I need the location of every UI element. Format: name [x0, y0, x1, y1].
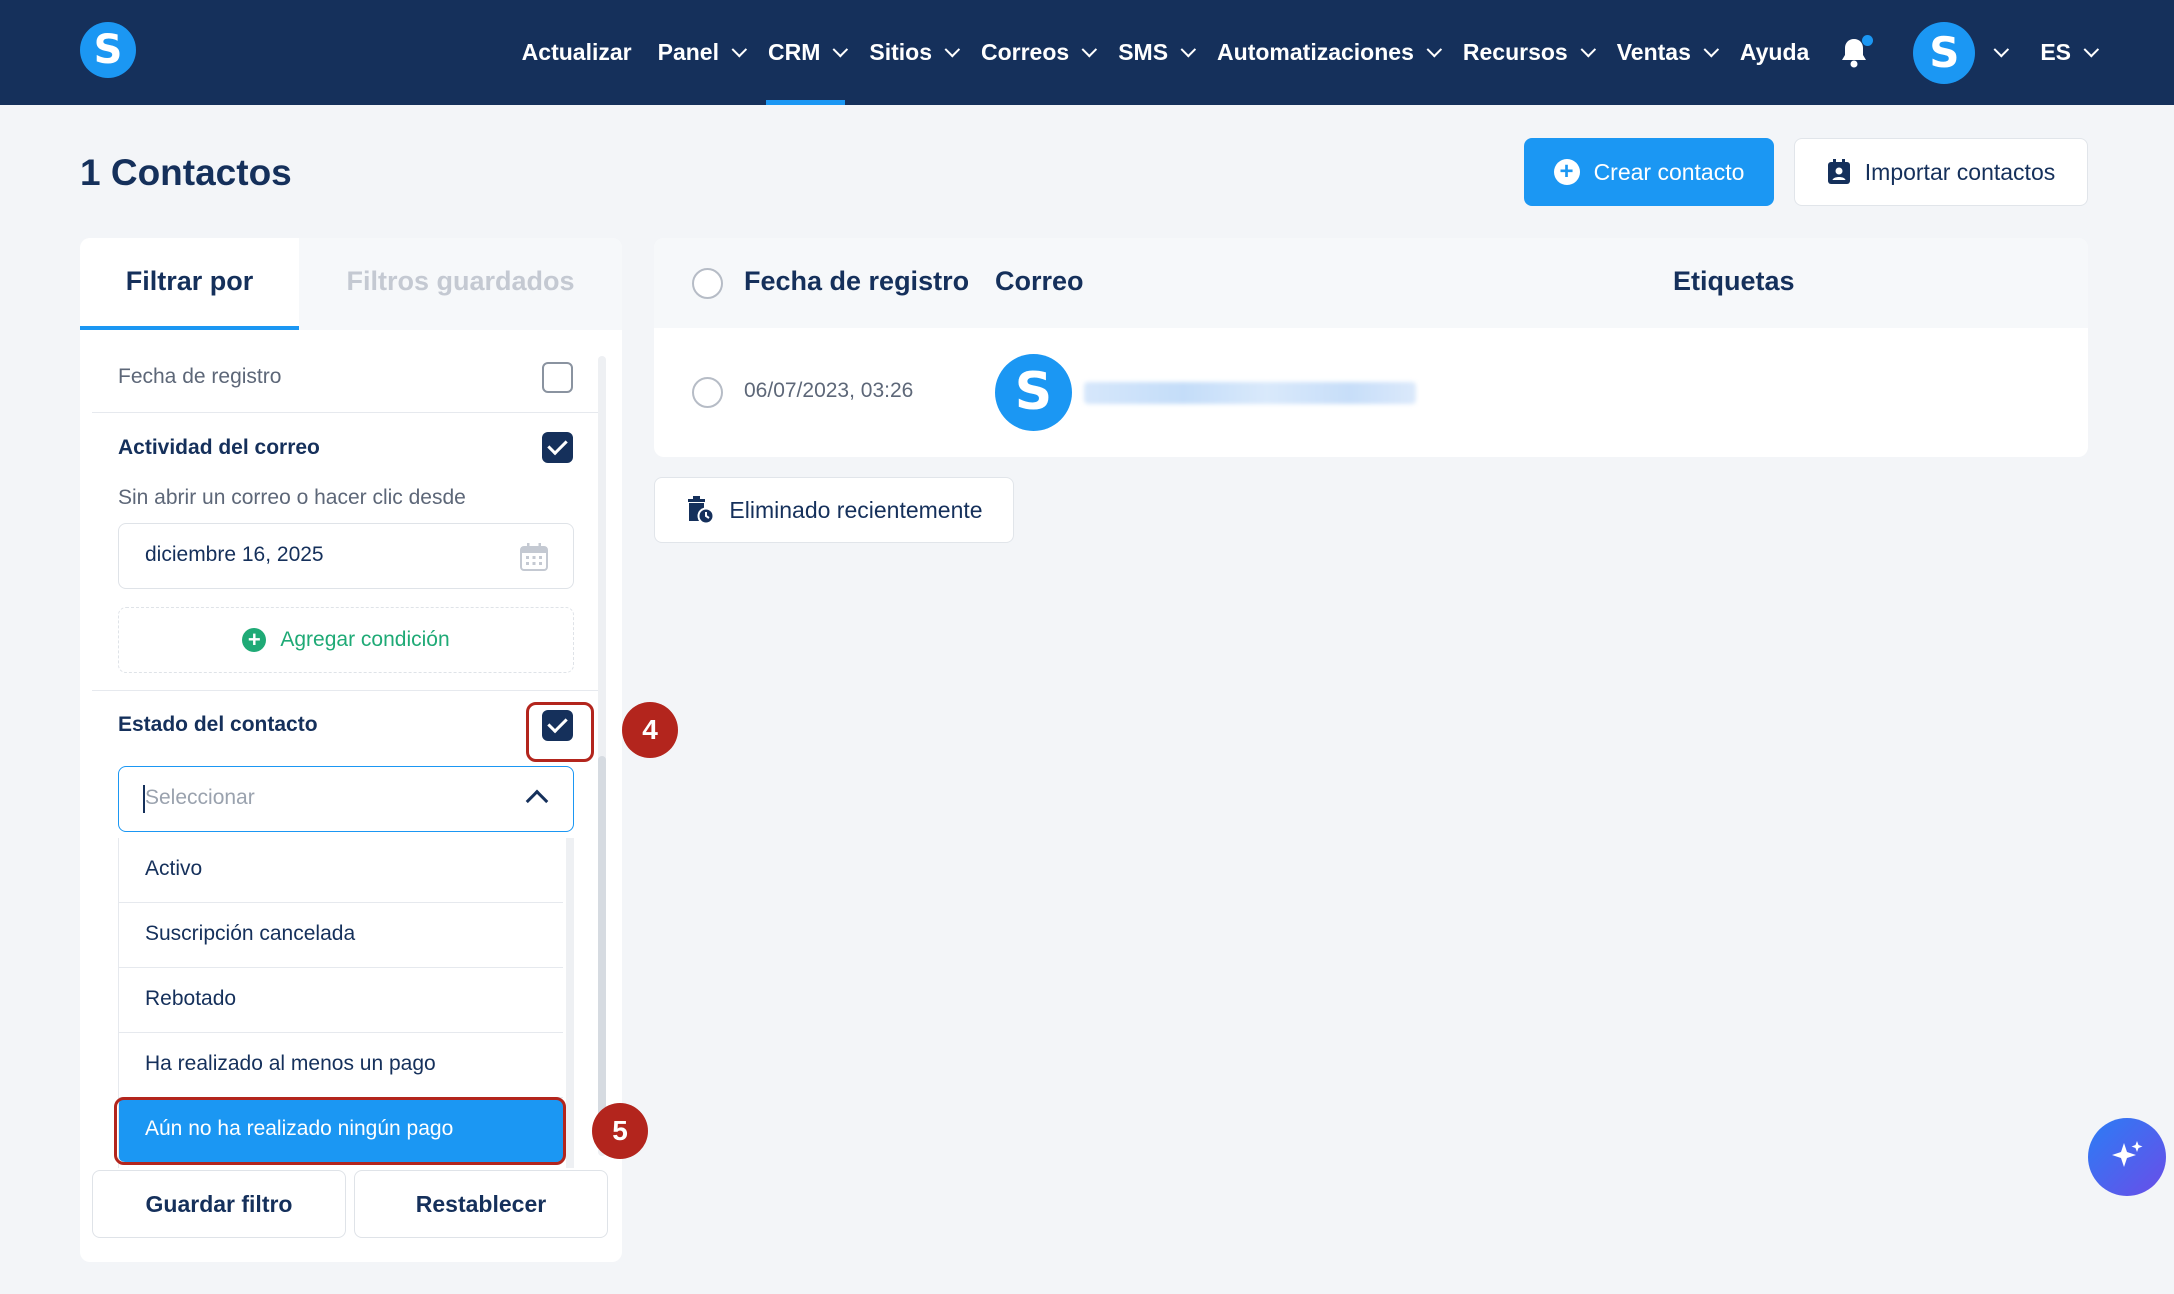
contact-card-icon — [1827, 159, 1850, 184]
dropdown-scrollbar[interactable] — [566, 838, 574, 1168]
nav-label: Correos — [981, 39, 1070, 65]
create-contact-button[interactable]: + Crear contacto — [1524, 138, 1774, 206]
chevron-down-icon — [731, 41, 748, 58]
create-contact-label: Crear contacto — [1593, 158, 1745, 185]
language-selector[interactable]: ES — [2040, 0, 2100, 105]
chevron-down-icon — [944, 41, 961, 58]
import-contacts-label: Importar contactos — [1864, 158, 2056, 185]
select-placeholder: Seleccionar — [145, 786, 255, 809]
divider — [92, 690, 600, 691]
panel-scrollbar[interactable] — [598, 356, 606, 1156]
calendar-icon — [520, 543, 548, 571]
email-activity-description: Sin abrir un correo o hacer clic desde — [118, 486, 466, 509]
save-filter-button[interactable]: Guardar filtro — [92, 1170, 346, 1238]
chevron-down-icon[interactable] — [1993, 41, 2010, 58]
nav-label: Ayuda — [1739, 39, 1810, 65]
page-title: 1 Contactos — [80, 152, 292, 193]
row-registration-date: 06/07/2023, 03:26 — [744, 379, 914, 402]
trash-clock-icon — [688, 496, 715, 525]
nav-label: SMS — [1118, 39, 1169, 65]
logo[interactable]: S — [80, 22, 136, 78]
nav-item-sms[interactable]: SMS — [1118, 0, 1197, 105]
contact-avatar: S — [995, 354, 1072, 431]
registration-date-label: Fecha de registro — [118, 365, 282, 388]
date-value: diciembre 16, 2025 — [145, 543, 324, 566]
blurred-email — [1084, 382, 1416, 404]
step-badge-4: 4 — [622, 702, 678, 758]
email-activity-checkbox[interactable] — [542, 432, 573, 463]
email-activity-date-field[interactable]: diciembre 16, 2025 — [118, 523, 574, 589]
recently-deleted-button[interactable]: Eliminado recientemente — [654, 477, 1014, 543]
sparkle-icon — [2112, 1141, 2143, 1167]
nav-item-ayuda[interactable]: Ayuda — [1740, 0, 1809, 105]
nav-label: CRM — [767, 39, 821, 65]
add-condition-button[interactable]: + Agregar condición — [118, 607, 574, 673]
top-navigation-bar: S Actualizar Panel CRM Sitios Correos SM… — [0, 0, 2174, 105]
nav-item-sitios[interactable]: Sitios — [869, 0, 961, 105]
contact-status-label: Estado del contacto — [118, 713, 318, 736]
nav-item-actualizar[interactable]: Actualizar — [522, 0, 632, 105]
select-all-radio[interactable] — [692, 268, 723, 299]
nav-item-automatizaciones[interactable]: Automatizaciones — [1217, 0, 1442, 105]
status-option-activo[interactable]: Activo — [119, 838, 563, 903]
language-label: ES — [2040, 39, 2071, 65]
nav-item-recursos[interactable]: Recursos — [1462, 0, 1596, 105]
registration-date-checkbox[interactable] — [542, 362, 573, 393]
scrollbar-thumb[interactable] — [598, 756, 606, 1136]
nav-menu: Actualizar Panel CRM Sitios Correos SMS … — [496, 0, 2100, 105]
reset-button[interactable]: Restablecer — [354, 1170, 608, 1238]
filter-tabs: Filtrar por Filtros guardados — [80, 238, 622, 330]
chevron-down-icon — [1703, 41, 1719, 58]
chevron-down-icon — [1580, 41, 1596, 58]
user-avatar[interactable]: S — [1913, 21, 1976, 84]
contacts-table: Fecha de registro Correo Etiquetas 06/07… — [654, 238, 2088, 457]
plus-circle-icon: + — [1553, 159, 1580, 185]
import-contacts-button[interactable]: Importar contactos — [1794, 138, 2088, 206]
table-header: Fecha de registro Correo Etiquetas — [654, 238, 2088, 328]
column-email[interactable]: Correo — [995, 266, 1084, 297]
nav-label: Sitios — [869, 39, 932, 65]
recently-deleted-label: Eliminado recientemente — [729, 496, 983, 523]
tab-filter-by[interactable]: Filtrar por — [80, 238, 299, 330]
nav-label: Automatizaciones — [1217, 39, 1414, 65]
chevron-down-icon — [1426, 41, 1442, 58]
notifications-bell-icon[interactable] — [1839, 34, 1874, 69]
highlight-box-step-4 — [526, 702, 594, 762]
nav-label: Ventas — [1616, 39, 1691, 65]
nav-label: Recursos — [1462, 39, 1568, 65]
chevron-up-icon[interactable] — [525, 789, 549, 813]
email-activity-label: Actividad del correo — [118, 436, 320, 459]
divider — [92, 412, 600, 413]
nav-item-correos[interactable]: Correos — [981, 0, 1098, 105]
add-condition-label: Agregar condición — [280, 628, 450, 651]
step-badge-5: 5 — [592, 1103, 648, 1159]
notification-dot — [1862, 34, 1874, 46]
nav-item-crm[interactable]: CRM — [765, 0, 849, 105]
chevron-down-icon — [832, 41, 849, 58]
status-option-unsubscribed[interactable]: Suscripción cancelada — [119, 903, 563, 968]
chevron-down-icon — [1081, 41, 1098, 58]
nav-item-ventas[interactable]: Ventas — [1616, 0, 1719, 105]
highlight-box-step-5 — [114, 1097, 566, 1165]
row-select-radio[interactable] — [692, 377, 723, 408]
chevron-down-icon — [2083, 41, 2100, 58]
tab-saved-filters[interactable]: Filtros guardados — [299, 238, 622, 330]
status-option-paid-once[interactable]: Ha realizado al menos un pago — [119, 1033, 563, 1098]
chevron-down-icon — [1180, 41, 1197, 58]
ai-assistant-button[interactable] — [2088, 1118, 2166, 1196]
plus-circle-icon: + — [242, 628, 267, 652]
nav-label: Actualizar — [521, 39, 632, 65]
nav-item-panel[interactable]: Panel — [657, 0, 748, 105]
status-option-bounced[interactable]: Rebotado — [119, 968, 563, 1033]
column-registration-date[interactable]: Fecha de registro — [744, 266, 968, 297]
column-tags[interactable]: Etiquetas — [1673, 266, 1795, 297]
nav-label: Panel — [657, 39, 719, 65]
contact-status-select[interactable]: Seleccionar — [118, 766, 574, 832]
text-cursor — [143, 785, 145, 813]
